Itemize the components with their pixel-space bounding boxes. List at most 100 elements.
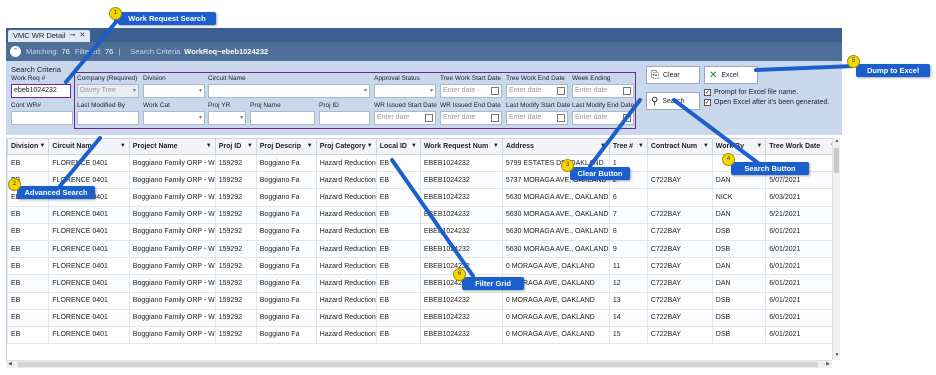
filter-icon[interactable]: ▼ <box>493 143 499 149</box>
filter-icon[interactable]: ▼ <box>307 143 313 149</box>
column-header[interactable]: Project Name ▼ <box>128 138 216 155</box>
table-row[interactable]: EBFLORENCE 0401Boggiano Family ORP - W15… <box>7 188 840 207</box>
table-cell: Hazard Reduction <box>315 188 377 207</box>
callout-dump-to-excel: Dump to Excel <box>856 64 930 77</box>
column-header[interactable]: Division ▼ <box>7 138 50 155</box>
checkbox-checked-icon[interactable]: ✓ <box>704 99 711 106</box>
vertical-scrollbar[interactable]: ▲ ▼ <box>832 138 840 360</box>
table-row[interactable]: EBFLORENCE 0401Boggiano Family ORP - W15… <box>7 153 840 173</box>
filter-icon[interactable]: ▼ <box>756 143 762 149</box>
search-button[interactable]: ⚲ Search <box>646 92 700 110</box>
checkbox-checked-icon[interactable]: ✓ <box>704 89 711 96</box>
column-header-label: Tree Work Date <box>769 143 821 150</box>
scroll-thumb[interactable] <box>834 148 839 173</box>
column-header[interactable]: Proj Category ▼ <box>315 138 377 155</box>
callout-6-marker: 6 <box>453 268 466 281</box>
table-row[interactable]: EBFLORENCE 0401Boggiano Family ORP - W15… <box>7 325 840 345</box>
column-header[interactable]: Circuit Name ▼ <box>48 138 130 155</box>
table-cell: 6/01/2021 <box>765 274 840 293</box>
table-cell: 159292 <box>214 205 257 224</box>
table-cell: FLORENCE 0401 <box>48 257 130 276</box>
table-row[interactable]: EBFLORENCE 0401Boggiano Family ORP - W15… <box>7 308 840 327</box>
table-cell: Boggiano Family ORP - W <box>128 291 216 310</box>
clear-label: Clear <box>663 71 680 79</box>
filter-icon[interactable]: ▼ <box>638 143 644 149</box>
table-row[interactable]: EBFLORENCE 0401Boggiano Family ORP - W15… <box>7 171 840 190</box>
table-cell: FLORENCE 0401 <box>48 291 130 310</box>
table-row[interactable]: EBFLORENCE 0401Boggiano Family ORP - W15… <box>7 257 840 276</box>
table-cell: FLORENCE 0401 <box>48 274 130 293</box>
column-header-label: Division <box>11 143 39 150</box>
table-cell: EB <box>7 308 50 327</box>
table-cell: Hazard Reduction <box>315 291 377 310</box>
scroll-up-icon[interactable]: ▲ <box>833 138 841 146</box>
scroll-right-icon[interactable]: ▶ <box>826 361 830 367</box>
tab-vmc-wr-detail[interactable]: VMC WR Detail ⊸ ✕ <box>8 30 91 42</box>
filter-icon[interactable]: ▼ <box>247 143 253 149</box>
scroll-down-icon[interactable]: ▼ <box>833 352 841 360</box>
column-header[interactable]: Work By ▼ <box>711 138 767 155</box>
table-cell: 6/03/2021 <box>765 188 840 207</box>
table-cell <box>646 188 713 207</box>
filter-icon[interactable]: ▼ <box>411 143 417 149</box>
results-grid[interactable]: Division ▼ Circuit Name ▼ Project Name ▼ Proj … <box>6 138 840 360</box>
filter-icon[interactable]: ▼ <box>703 143 709 149</box>
table-cell: EB <box>375 205 421 224</box>
table-cell: 5/21/2021 <box>765 205 840 224</box>
column-header[interactable]: Proj Descrip ▼ <box>255 138 317 155</box>
table-row[interactable]: EBFLORENCE 0401Boggiano Family ORP - W15… <box>7 291 840 310</box>
table-row[interactable]: EBFLORENCE 0401Boggiano Family ORP - W15… <box>7 239 840 259</box>
clear-button[interactable]: ⎘ Clear <box>646 66 700 84</box>
scroll-thumb[interactable] <box>18 362 818 367</box>
cont-wr-input[interactable] <box>11 111 73 125</box>
column-header[interactable]: Proj ID ▼ <box>214 138 257 155</box>
table-row[interactable]: EBFLORENCE 0401Boggiano Family ORP - W15… <box>7 222 840 241</box>
open-excel-checkbox[interactable]: ✓ Open Excel after it's been generated. <box>704 99 829 106</box>
table-cell: 13 <box>608 291 648 310</box>
table-row[interactable]: EBFLORENCE 0401Boggiano Family ORP - W15… <box>7 205 840 224</box>
table-row[interactable]: EBFLORENCE 0401Boggiano Family ORP - W15… <box>7 274 840 293</box>
table-cell: 8 <box>608 222 648 241</box>
callout-search-button: Search Button <box>731 162 809 175</box>
filter-icon[interactable]: ▼ <box>367 143 373 149</box>
horizontal-scrollbar[interactable]: ◀ ▶ <box>6 360 832 368</box>
filtered-label: Filtered: <box>74 47 102 56</box>
filter-icon[interactable]: ▼ <box>206 143 212 149</box>
column-header[interactable]: Contract Num ▼ <box>646 138 713 155</box>
close-icon[interactable]: ✕ <box>79 30 85 42</box>
filter-icon[interactable]: ▼ <box>600 143 606 149</box>
pin-icon[interactable]: ⊸ <box>70 30 76 42</box>
column-header[interactable]: Tree # ▼ <box>608 138 648 155</box>
collapse-chevron-icon[interactable]: ⌃ <box>10 46 21 57</box>
column-header[interactable]: Address ▼ <box>501 138 610 155</box>
table-cell: DAN <box>711 257 767 276</box>
table-cell: Boggiano Fa <box>255 325 317 345</box>
table-cell <box>646 153 713 173</box>
table-cell: EB <box>375 239 421 259</box>
column-header-label: Circuit Name <box>52 143 96 150</box>
table-cell: Hazard Reduction <box>315 257 377 276</box>
table-cell: Hazard Reduction <box>315 239 377 259</box>
table-cell: 0 MORAGA AVE, OAKLAND <box>501 291 610 310</box>
table-cell: EB <box>7 205 50 224</box>
table-cell: 12 <box>608 274 648 293</box>
column-header-label: Project Name <box>132 143 178 150</box>
column-header[interactable]: Work Request Num ▼ <box>419 138 503 155</box>
excel-button[interactable]: ✕ Excel <box>704 66 758 84</box>
filtered-count: 76 <box>104 47 114 56</box>
table-cell: EBEB1024232 <box>419 171 503 190</box>
filter-icon[interactable]: ▼ <box>39 143 45 149</box>
work-req-input[interactable]: ebeb1024232 <box>11 84 71 98</box>
column-header[interactable]: Tree Work Date▼ <box>765 138 840 155</box>
search-criteria-panel: Search Criteria Work Req # Company (Requ… <box>6 61 842 135</box>
column-header-label: Address <box>505 143 534 150</box>
table-cell: C722BAY <box>646 291 713 310</box>
column-header[interactable]: Local ID ▼ <box>375 138 421 155</box>
prompt-excel-checkbox[interactable]: ✓ Prompt for Excel file name. <box>704 89 798 96</box>
filter-icon[interactable]: ▼ <box>120 143 126 149</box>
table-cell: EB <box>7 222 50 241</box>
excel-icon: ✕ <box>709 69 718 81</box>
table-cell: FLORENCE 0401 <box>48 205 130 224</box>
table-cell: 5630 MORAGA AVE., OAKLAND <box>501 239 610 259</box>
scroll-left-icon[interactable]: ◀ <box>8 361 12 367</box>
